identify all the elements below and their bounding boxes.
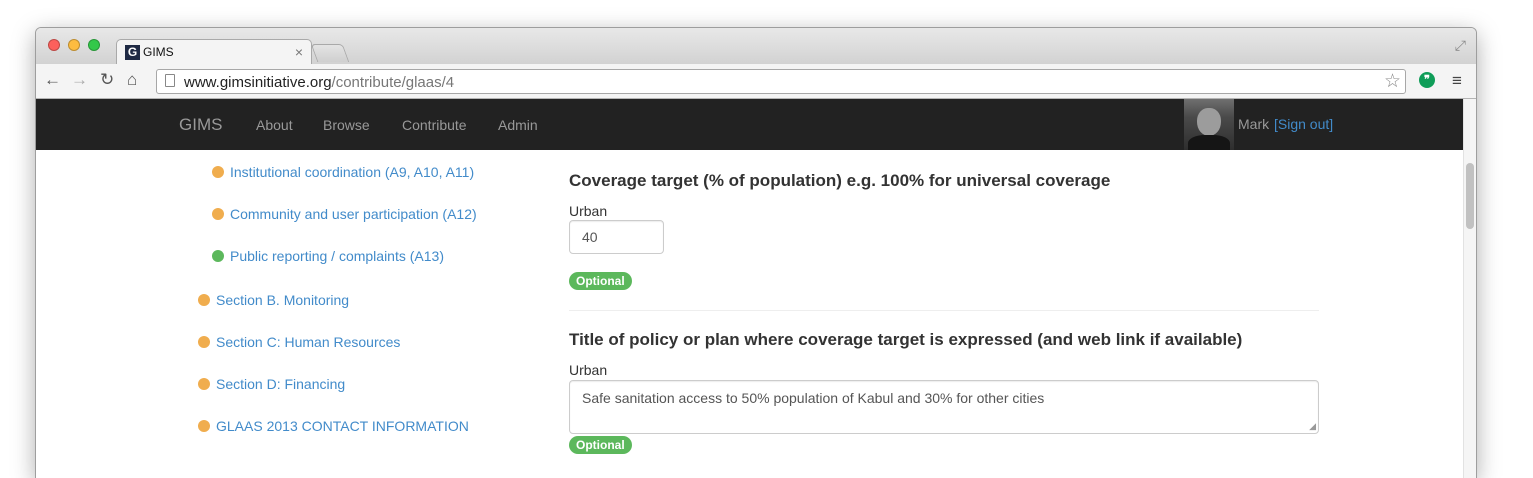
field-label-urban: Urban bbox=[569, 203, 608, 219]
policy-title-textarea[interactable]: Safe sanitation access to 50% population… bbox=[569, 380, 1319, 434]
sign-out-link[interactable]: [Sign out] bbox=[1274, 116, 1333, 132]
fullscreen-icon[interactable]: ⤢ bbox=[1455, 37, 1466, 54]
nav-link-admin[interactable]: Admin bbox=[498, 117, 538, 133]
optional-badge: Optional bbox=[569, 436, 632, 454]
page-icon bbox=[165, 74, 175, 87]
sidebar-item-label: Institutional coordination (A9, A10, A11… bbox=[230, 164, 475, 180]
resize-handle-icon[interactable]: ◢ bbox=[1309, 421, 1316, 432]
gims-favicon-icon: G bbox=[125, 45, 140, 60]
sidebar-item-public-reporting[interactable]: Public reporting / complaints (A13) bbox=[212, 248, 444, 264]
new-tab-button[interactable] bbox=[310, 44, 350, 62]
hangouts-icon[interactable]: ❞ bbox=[1419, 72, 1435, 88]
url-path: /contribute/glaas/4 bbox=[331, 74, 455, 91]
user-name: Mark bbox=[1238, 116, 1270, 132]
url-domain: www.gimsinitiative.org bbox=[184, 74, 332, 91]
sidebar-item-label: GLAAS 2013 CONTACT INFORMATION bbox=[216, 418, 469, 434]
sidebar-item-label: Section B. Monitoring bbox=[216, 292, 350, 308]
url-text: www.gimsinitiative.org/contribute/glaas/… bbox=[184, 74, 454, 91]
menu-icon[interactable]: ≡ bbox=[1452, 71, 1462, 91]
nav-link-browse[interactable]: Browse bbox=[323, 117, 370, 133]
optional-badge: Optional bbox=[569, 272, 632, 290]
sidebar-item-community-participation[interactable]: Community and user participation (A12) bbox=[212, 206, 477, 222]
status-dot-icon bbox=[212, 250, 224, 262]
star-icon[interactable]: ☆ bbox=[1384, 70, 1401, 93]
status-dot-icon bbox=[198, 378, 210, 390]
status-dot-icon bbox=[198, 420, 210, 432]
nav-link-contribute[interactable]: Contribute bbox=[402, 117, 467, 133]
coverage-target-input[interactable]: 40 bbox=[569, 220, 664, 254]
sidebar-item-label: Section C: Human Resources bbox=[216, 334, 401, 350]
avatar-body bbox=[1188, 135, 1230, 150]
back-arrow-icon[interactable]: ← bbox=[44, 70, 61, 90]
tab-close-icon[interactable]: × bbox=[295, 44, 303, 60]
scrollbar[interactable] bbox=[1463, 99, 1476, 478]
sidebar-item-section-c[interactable]: Section C: Human Resources bbox=[198, 334, 400, 350]
forward-arrow-icon[interactable]: → bbox=[71, 70, 88, 90]
divider bbox=[569, 310, 1319, 311]
question-title: Title of policy or plan where coverage t… bbox=[569, 330, 1243, 349]
site-navbar: GIMS About Browse Contribute Admin Mark … bbox=[36, 99, 1463, 150]
tab-title: GIMS bbox=[143, 45, 174, 59]
minimize-window-button[interactable] bbox=[68, 39, 80, 51]
sidebar-item-section-b[interactable]: Section B. Monitoring bbox=[198, 292, 349, 308]
field-label-urban: Urban bbox=[569, 362, 608, 378]
brand-logo[interactable]: GIMS bbox=[179, 115, 222, 135]
avatar-face bbox=[1197, 108, 1221, 136]
home-icon[interactable]: ⌂ bbox=[127, 70, 137, 90]
browser-tab[interactable]: G GIMS × bbox=[116, 39, 312, 65]
browser-toolbar: ← → ↻ ⌂ www.gimsinitiative.org/contribut… bbox=[36, 64, 1476, 99]
sidebar-item-institutional-coordination[interactable]: Institutional coordination (A9, A10, A11… bbox=[212, 164, 474, 180]
title-bar: G GIMS × ⤢ bbox=[36, 28, 1476, 65]
status-dot-icon bbox=[198, 294, 210, 306]
question-title: Coverage target (% of population) e.g. 1… bbox=[569, 171, 1111, 190]
browser-window: G GIMS × ⤢ ← → ↻ ⌂ www.gimsinitiative.or… bbox=[36, 28, 1476, 478]
sidebar-item-section-d[interactable]: Section D: Financing bbox=[198, 376, 345, 392]
address-bar[interactable]: www.gimsinitiative.org/contribute/glaas/… bbox=[156, 69, 1406, 94]
sidebar-item-label: Community and user participation (A12) bbox=[230, 206, 477, 222]
status-dot-icon bbox=[212, 208, 224, 220]
close-window-button[interactable] bbox=[48, 39, 60, 51]
status-dot-icon bbox=[212, 166, 224, 178]
reload-icon[interactable]: ↻ bbox=[100, 70, 114, 90]
sidebar-item-contact-information[interactable]: GLAAS 2013 CONTACT INFORMATION bbox=[198, 418, 469, 434]
avatar bbox=[1184, 99, 1234, 150]
sidebar-item-label: Public reporting / complaints (A13) bbox=[230, 248, 444, 264]
sidebar-item-label: Section D: Financing bbox=[216, 376, 346, 392]
scrollbar-thumb[interactable] bbox=[1466, 163, 1474, 229]
nav-link-about[interactable]: About bbox=[256, 117, 293, 133]
textarea-value: Safe sanitation access to 50% population… bbox=[582, 390, 1045, 406]
status-dot-icon bbox=[198, 336, 210, 348]
zoom-window-button[interactable] bbox=[88, 39, 100, 51]
